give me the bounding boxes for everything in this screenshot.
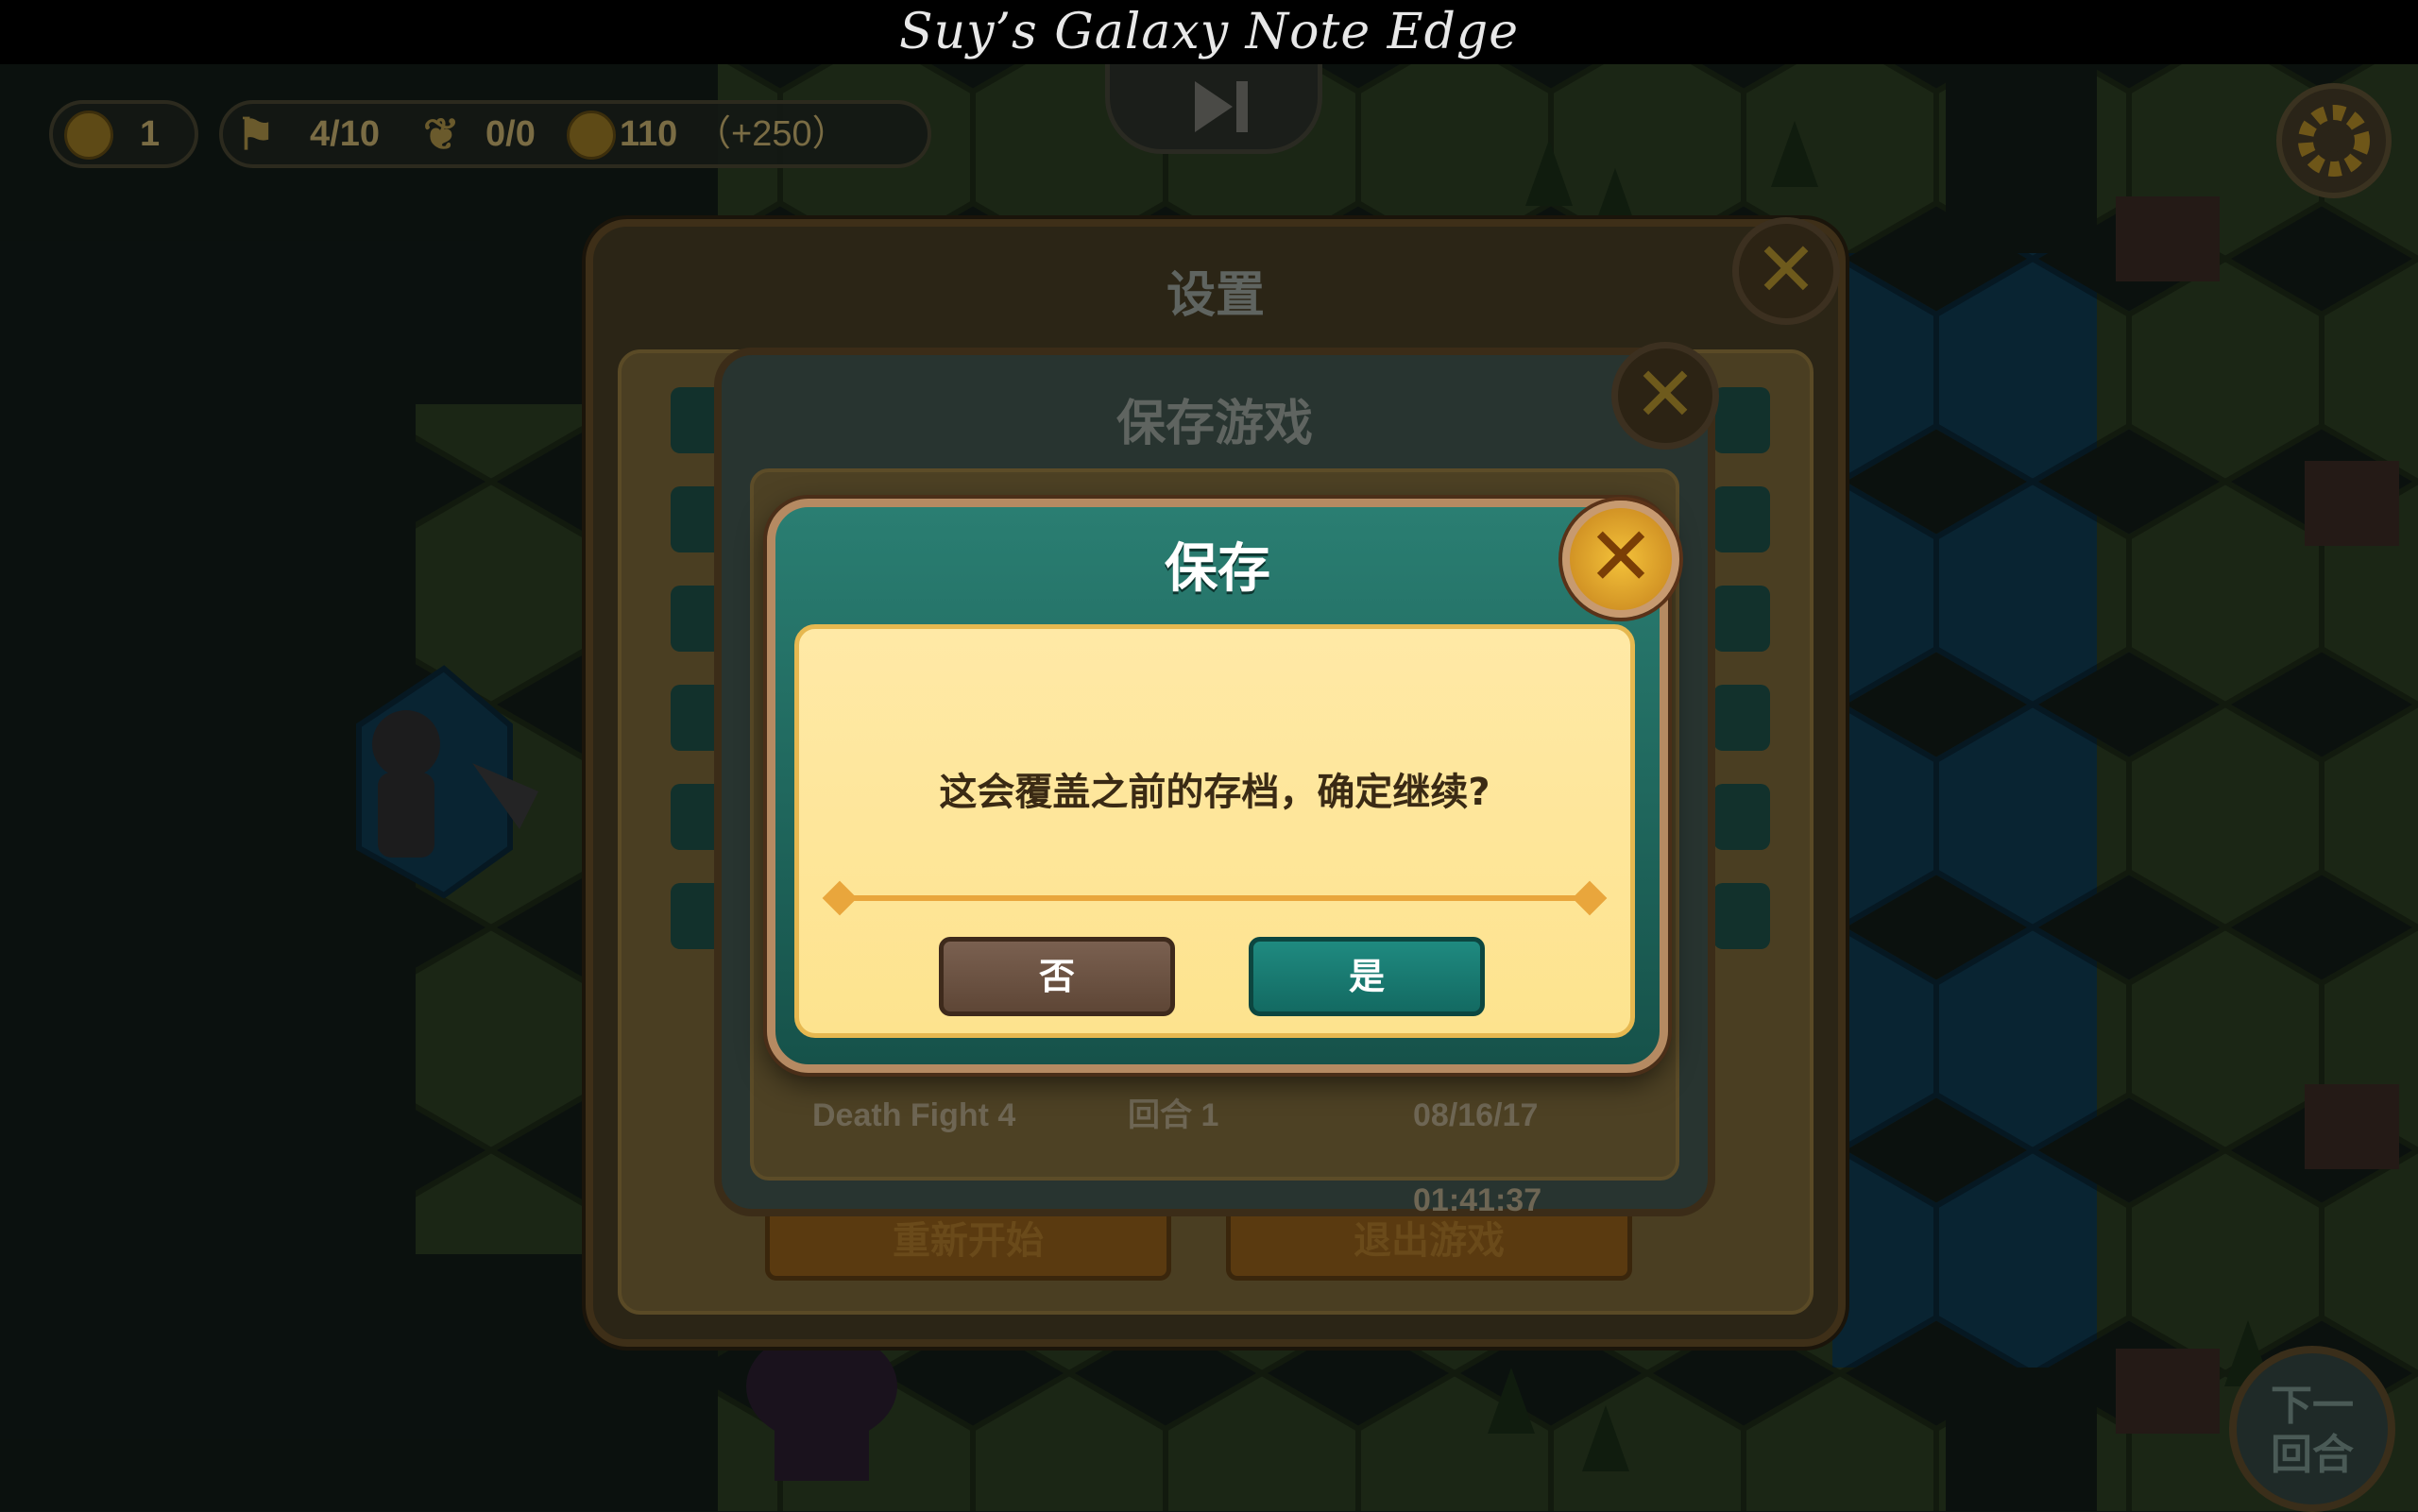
settings-title: 设置 (1166, 267, 1265, 324)
skip-turn-button[interactable] (1105, 64, 1322, 154)
close-icon: ✕ (1754, 226, 1818, 314)
close-icon: ✕ (1633, 350, 1697, 438)
wheat-icon: ❦ (423, 110, 460, 159)
close-icon: ✕ (1586, 510, 1656, 604)
next-turn-label-1: 下一 (2271, 1382, 2354, 1430)
population-value: 4/10 (310, 114, 380, 154)
save-game-close-button[interactable]: ✕ (1611, 342, 1719, 450)
gold-income-value: （+250） (695, 114, 848, 154)
save-slot-turn: 回合 1 (1128, 1097, 1219, 1133)
settings-row-tab (1713, 883, 1770, 949)
save-game-title: 保存游戏 (1115, 396, 1313, 452)
dialog-close-button[interactable]: ✕ (1562, 501, 1679, 618)
resources-bar: ⚑ 4/10 ❦ 0/0 110 （+250） (219, 100, 931, 168)
save-slot-row[interactable]: Death Fight 4 回合 1 08/16/17 01:41:37 (778, 1073, 1651, 1218)
save-slot-name: Death Fight 4 (812, 1097, 1016, 1133)
turn-icon (64, 110, 113, 160)
confirm-save-dialog: 保存 这会覆盖之前的存档，确定继续? 否 是 (767, 499, 1668, 1073)
settings-row-tab (1713, 784, 1770, 850)
settings-row-tab (1713, 685, 1770, 751)
divider-ornament (1572, 880, 1608, 916)
settings-row-tab (1713, 387, 1770, 453)
population-icon: ⚑ (236, 110, 276, 159)
next-turn-button[interactable]: 下一 回合 (2229, 1346, 2395, 1512)
food-value: 0/0 (485, 114, 536, 154)
divider-ornament (822, 880, 858, 916)
coin-icon (567, 110, 616, 160)
gear-icon (2298, 105, 2370, 177)
settings-row-tab (1713, 486, 1770, 552)
yes-button[interactable]: 是 (1249, 937, 1485, 1016)
turn-counter: 1 (49, 100, 198, 168)
skip-turn-icon (1195, 81, 1248, 132)
save-slot-timestamp: 08/16/17 01:41:37 (1413, 1097, 1542, 1218)
no-button[interactable]: 否 (939, 937, 1175, 1016)
window-title: Suy’s Galaxy Note Edge (0, 0, 2418, 64)
dialog-body: 这会覆盖之前的存档，确定继续? 否 是 (794, 624, 1635, 1038)
settings-button[interactable] (2276, 83, 2392, 198)
dialog-title: 保存 (1165, 538, 1270, 600)
settings-close-button[interactable]: ✕ (1732, 217, 1840, 325)
dialog-divider (843, 895, 1587, 901)
turn-count-value: 1 (140, 114, 161, 154)
gold-value: 110 (620, 114, 678, 154)
dialog-message: 这会覆盖之前的存档，确定继续? (939, 771, 1490, 814)
next-turn-label-2: 回合 (2271, 1431, 2354, 1479)
settings-row-tab (1713, 586, 1770, 652)
